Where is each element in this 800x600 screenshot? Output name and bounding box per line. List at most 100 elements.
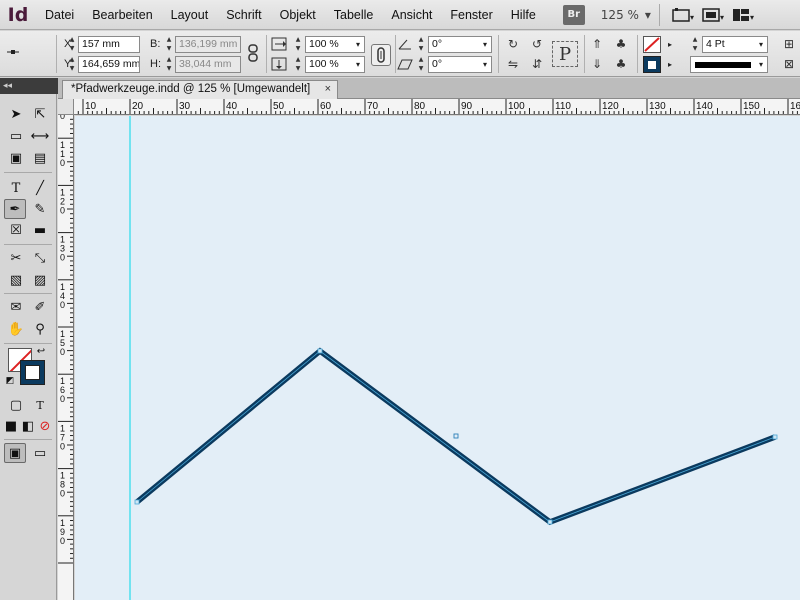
chevron-right-icon[interactable]: ▸ (665, 57, 675, 72)
eyedropper-tool-icon[interactable]: ✐ (29, 297, 51, 317)
menu-tabelle[interactable]: Tabelle (325, 0, 383, 30)
y-stepper[interactable]: ▲ ▼ (67, 56, 77, 73)
menu-ansicht[interactable]: Ansicht (382, 0, 441, 30)
content-collector-icon[interactable]: ▣ (5, 148, 27, 168)
menu-layout[interactable]: Layout (162, 0, 218, 30)
content-placer-icon[interactable]: ▤ (29, 148, 51, 168)
tools-panel-header[interactable]: ◂◂ (0, 78, 58, 94)
flip-vertical-icon[interactable]: ⇵ (528, 55, 546, 73)
apply-gradient-icon[interactable]: ◧ (20, 416, 36, 436)
preview-mode-icon[interactable]: ▭ (29, 443, 51, 463)
control-panel: X: ▲ ▼ 157 mm Y: ▲ ▼ 164,659 mm B: ▲ ▼ 136,… (0, 31, 800, 77)
pencil-tool-icon[interactable]: ✎ (29, 199, 51, 219)
close-icon[interactable]: × (325, 83, 331, 95)
menu-fenster[interactable]: Fenster (441, 0, 501, 30)
scale-y-stepper[interactable]: ▲ ▼ (293, 56, 303, 73)
scale-x-stepper[interactable]: ▲ ▼ (293, 36, 303, 53)
rotate-stepper[interactable]: ▲ ▼ (416, 36, 426, 53)
zoom-select[interactable]: 125 % ▾ (601, 8, 651, 22)
formatting-text-icon[interactable]: T (29, 395, 51, 415)
transform-options-icon[interactable]: ⊠ (780, 55, 798, 73)
width-stepper[interactable]: ▲ ▼ (164, 36, 174, 53)
ruler-origin[interactable] (58, 99, 74, 115)
horizontal-ruler[interactable]: 10 20 30 40 50 60 70 80 90 100 110 120 130 140 150 16 (74, 99, 800, 115)
anchor-point[interactable] (134, 499, 140, 505)
line-tool-icon[interactable]: ╱ (29, 178, 51, 198)
chevron-down-icon[interactable]: ▾ (756, 37, 766, 52)
view-options-button[interactable]: ▾ (668, 5, 698, 25)
swap-fill-stroke-icon[interactable]: ↩ (34, 344, 48, 358)
select-container-icon[interactable]: ⇑ (588, 35, 606, 53)
select-previous-object-icon[interactable]: ♣ (612, 35, 630, 53)
menu-schrift[interactable]: Schrift (217, 0, 270, 30)
formatting-container-icon[interactable]: ▢ (5, 395, 27, 415)
rectangle-tool-icon[interactable]: ▬ (29, 220, 51, 240)
menu-bearbeiten[interactable]: Bearbeiten (83, 0, 161, 30)
stroke-weight-stepper[interactable]: ▲ ▼ (690, 36, 700, 53)
arrange-documents-button[interactable]: ▾ (728, 5, 758, 25)
chevron-right-icon[interactable]: ▸ (665, 37, 675, 52)
vertical-ruler[interactable]: 100110120130140150160170180190 (58, 115, 74, 600)
control-separator (56, 35, 57, 73)
document-tab[interactable]: *Pfadwerkzeuge.indd @ 125 % [Umgewandelt… (62, 80, 338, 99)
direct-selection-tool-icon[interactable]: ⇱ (29, 104, 51, 124)
document-canvas[interactable] (75, 116, 800, 600)
gradient-feather-tool-icon[interactable]: ▨ (29, 270, 51, 290)
ruler-label: 10 (85, 101, 97, 112)
note-tool-icon[interactable]: ✉ (5, 297, 27, 317)
tools-separator (4, 293, 52, 294)
tools-separator (4, 172, 52, 173)
x-stepper[interactable]: ▲ ▼ (67, 36, 77, 53)
open-path[interactable] (135, 347, 776, 526)
scale-lock-button[interactable] (371, 44, 391, 66)
normal-view-mode-icon[interactable]: ▣ (4, 443, 26, 463)
center-point[interactable] (453, 433, 459, 439)
gap-tool-icon[interactable]: ⟷ (29, 126, 51, 146)
y-position-field[interactable]: 164,659 mm (78, 56, 140, 73)
fill-none-swatch[interactable] (643, 36, 661, 53)
chevron-down-icon[interactable]: ▾ (480, 57, 490, 72)
flip-horizontal-icon[interactable]: ⇋ (504, 55, 522, 73)
apply-color-icon[interactable]: ■ (3, 416, 19, 436)
chevron-down-icon[interactable]: ▾ (353, 57, 363, 72)
select-content-icon[interactable]: ⇓ (588, 55, 606, 73)
pen-tool-icon[interactable]: ✒ (4, 199, 26, 219)
select-next-object-icon[interactable]: ♣ (612, 55, 630, 73)
zoom-tool-icon[interactable]: ⚲ (29, 319, 51, 339)
anchor-point[interactable] (317, 348, 323, 354)
ruler-label: 40 (226, 101, 238, 112)
apply-none-icon[interactable]: ⊘ (37, 416, 53, 436)
stroke-swatch[interactable] (20, 360, 45, 385)
width-field[interactable]: 136,199 mm (175, 36, 241, 53)
height-field[interactable]: 38,044 mm (175, 56, 241, 73)
height-stepper[interactable]: ▲ ▼ (164, 56, 174, 73)
rectangle-frame-tool-icon[interactable]: ☒ (5, 220, 27, 240)
chevron-down-icon[interactable]: ▾ (480, 37, 490, 52)
shear-stepper[interactable]: ▲ ▼ (416, 56, 426, 73)
bridge-button[interactable]: Br (562, 4, 585, 25)
menu-objekt[interactable]: Objekt (271, 0, 325, 30)
hand-tool-icon[interactable]: ✋ (5, 319, 27, 339)
constrain-proportions-icon[interactable] (244, 44, 262, 62)
type-tool-icon[interactable]: T (5, 178, 27, 198)
free-transform-tool-icon[interactable]: ⤡ (29, 248, 51, 268)
control-separator (498, 35, 499, 73)
screen-mode-button[interactable]: ▾ (698, 5, 728, 25)
rotate-ccw-icon[interactable]: ↺ (528, 35, 546, 53)
gradient-swatch-tool-icon[interactable]: ▧ (5, 270, 27, 290)
page-tool-icon[interactable]: ▭ (5, 126, 27, 146)
chevron-down-icon[interactable]: ▾ (756, 57, 766, 72)
selection-tool-icon[interactable]: ➤ (5, 104, 27, 124)
chevron-down-icon[interactable]: ▾ (353, 37, 363, 52)
reference-point-icon[interactable] (4, 43, 22, 61)
scissors-tool-icon[interactable]: ✂ (5, 248, 27, 268)
default-fill-stroke-icon[interactable]: ◩ (3, 374, 17, 388)
menu-datei[interactable]: Datei (36, 0, 83, 30)
panel-options-icon[interactable]: ⊞ (780, 35, 798, 53)
menu-hilfe[interactable]: Hilfe (502, 0, 545, 30)
anchor-point[interactable] (547, 519, 553, 525)
x-position-field[interactable]: 157 mm (78, 36, 140, 53)
anchor-point[interactable] (772, 434, 778, 440)
stroke-color-swatch[interactable] (643, 56, 661, 73)
rotate-cw-icon[interactable]: ↻ (504, 35, 522, 53)
